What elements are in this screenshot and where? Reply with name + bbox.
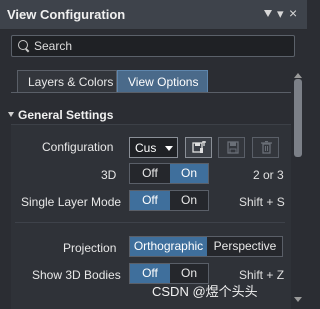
section-title: General Settings [18,108,114,122]
delete-configuration-button[interactable] [252,137,279,158]
search-icon [18,40,29,51]
three-d-label: 3D [101,168,117,182]
section-general-settings[interactable]: General Settings [8,108,113,122]
single-layer-mode-off-option[interactable]: Off [130,191,170,210]
chevron-down-icon [165,146,173,151]
configuration-dropdown[interactable]: Cus [129,137,178,158]
close-icon[interactable]: × [289,5,297,21]
single-layer-mode-label: Single Layer Mode [21,195,122,209]
three-d-toggle[interactable]: Off On [129,163,209,184]
save-configuration-button[interactable] [218,137,245,158]
show-3d-bodies-shortcut: Shift + Z [239,268,285,282]
pin-icon[interactable] [264,10,272,17]
show-3d-bodies-label: Show 3D Bodies [32,268,121,282]
delete-icon [261,141,272,154]
single-layer-mode-shortcut: Shift + S [239,195,285,209]
section-divider [15,222,285,223]
search-box[interactable] [11,35,295,57]
projection-perspective-option[interactable]: Perspective [208,237,282,256]
configuration-value: Cus [135,141,157,155]
tab-layers-colors[interactable]: Layers & Colors [17,70,117,92]
tab-underline [11,92,291,93]
tab-view-options[interactable]: View Options [117,70,208,92]
three-d-shortcut: 2 or 3 [253,168,284,182]
search-input[interactable] [34,38,284,54]
watermark-text: CSDN @煜个头头 [152,284,258,299]
configuration-label: Configuration [42,140,114,154]
panel-title: View Configuration [7,7,126,22]
panel-titlebar: View Configuration ▾ × [0,0,307,30]
scrollbar-thumb[interactable] [294,79,302,157]
projection-orthographic-option[interactable]: Orthographic [130,237,207,256]
save-configuration-as-icon [192,141,206,153]
save-icon [227,141,239,154]
projection-toggle[interactable]: Orthographic Perspective [129,236,283,257]
projection-label: Projection [63,241,117,255]
scroll-up-icon[interactable] [294,73,302,78]
vertical-scrollbar[interactable] [291,71,305,309]
single-layer-mode-on-option[interactable]: On [170,191,208,210]
single-layer-mode-toggle[interactable]: Off On [129,190,209,211]
three-d-on-option[interactable]: On [170,164,208,183]
scroll-down-icon[interactable] [294,297,302,302]
three-d-off-option[interactable]: Off [130,164,170,183]
collapse-triangle-icon [8,112,14,117]
save-configuration-as-button[interactable] [185,137,212,158]
pin-stem-icon: ▾ [277,6,284,21]
